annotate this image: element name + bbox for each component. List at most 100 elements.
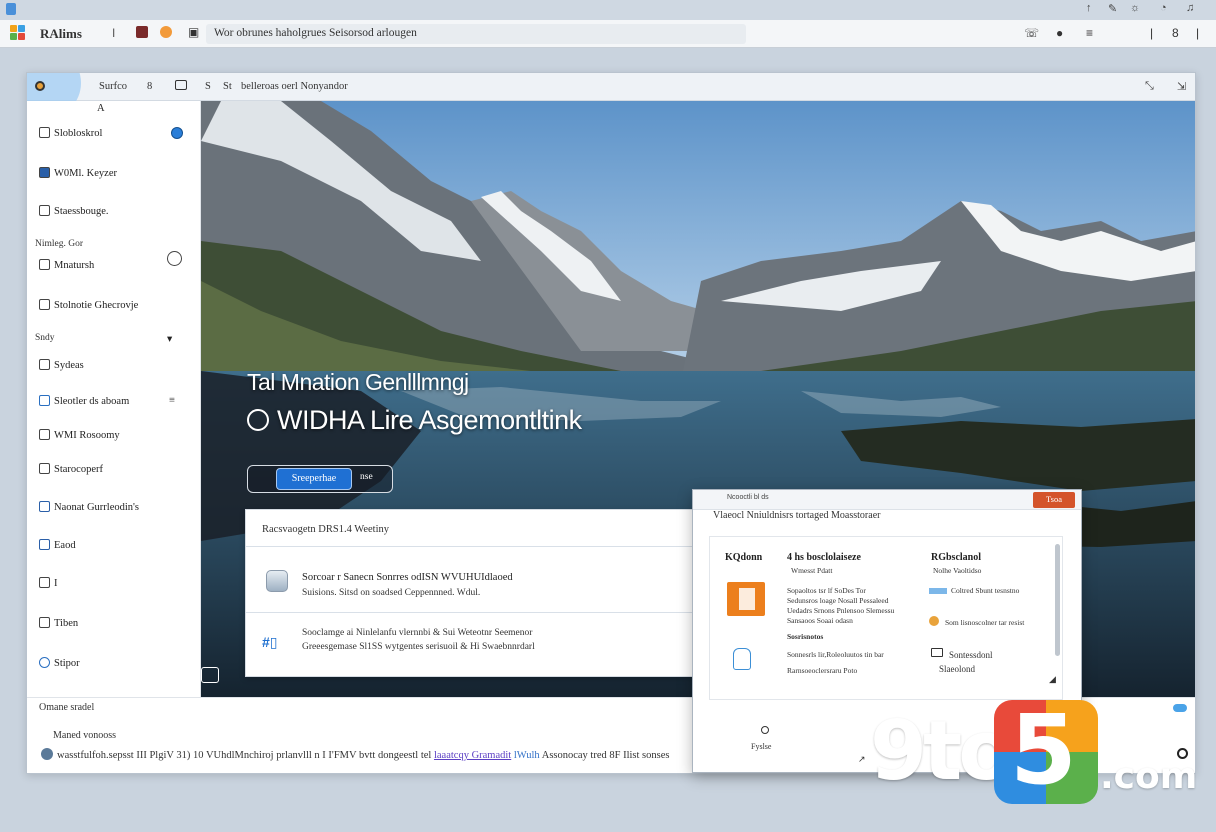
sidebar-item-8[interactable]: WMI Rosoomy: [39, 429, 120, 441]
phone-icon[interactable]: ☏: [1024, 26, 1039, 40]
watermark-logo: 9to 5 .com: [870, 694, 1210, 810]
card-row2-line2: Greeesgemase Sl1SS wytgentes serisuoil &…: [302, 642, 535, 652]
breadcrumb-path[interactable]: belleroas oerl Nonyandor: [241, 81, 348, 92]
watermark-text: 9to: [870, 704, 1015, 799]
sidebar-section-1: Nimleg. Gor: [35, 239, 84, 249]
status-link-1[interactable]: laaatcqy Gramadit: [434, 750, 511, 761]
hero-primary-button[interactable]: Sreeperhae: [276, 468, 352, 490]
watermark-suffix: .com: [1100, 756, 1198, 797]
sidebar-item-11[interactable]: Eaod: [39, 539, 76, 551]
browser-logo-icon[interactable]: [10, 25, 26, 41]
tab-favicon-icon[interactable]: [136, 26, 148, 38]
browser-title: RAlims: [40, 26, 82, 41]
progress-chip: [929, 588, 947, 594]
crumb-st[interactable]: St: [223, 81, 232, 92]
col2-line: Uedadrs Srnons Pnlensoo Slemessu: [787, 606, 895, 615]
dialog-action-button[interactable]: Tsoa: [1033, 492, 1075, 508]
sidebar-top-icon[interactable]: A: [97, 103, 105, 114]
dashboard-icon: [39, 127, 50, 138]
app-icon[interactable]: [6, 3, 16, 15]
card-row2-line1[interactable]: Sooclamge ai Ninlelanfu vlernnbi & Sui W…: [302, 628, 532, 638]
office-icon[interactable]: [727, 582, 765, 616]
file-icon: [39, 577, 50, 588]
title-separator: I: [112, 26, 116, 40]
divider-icon: |: [1150, 26, 1154, 40]
col2-line: Sedunsros loage Nosall Pessaleed: [787, 596, 889, 605]
divider: [246, 612, 698, 613]
settings-icon[interactable]: [761, 726, 769, 734]
folder-icon: [39, 167, 50, 178]
monitor-icon: [39, 395, 50, 406]
info-card: Racsvaogetn DRS1.4 Weetiny Sorcoar r San…: [245, 509, 698, 677]
tab-favicon-icon[interactable]: [160, 26, 172, 38]
hero-secondary-button[interactable]: nse: [360, 472, 373, 482]
close-icon[interactable]: |: [1196, 26, 1199, 40]
fullscreen-icon[interactable]: [201, 667, 219, 683]
card-row1-title[interactable]: Sorcoar r Sanecn Sonrres odISN WVUHUIdla…: [302, 572, 513, 583]
record-icon[interactable]: ●: [1056, 26, 1063, 40]
col2-line: Sonnesrls lir,Roleoluutos tin bar: [787, 650, 884, 659]
status-icon: [41, 748, 53, 760]
note-icon: [39, 617, 50, 628]
sidebar-item-5[interactable]: Stolnotie Ghecrovje: [39, 299, 138, 311]
col3-line[interactable]: Slaeolond: [939, 664, 975, 674]
col3-sub: Nolhe Vaoltidso: [933, 566, 982, 575]
tab-icon[interactable]: ▣: [188, 25, 199, 39]
sidebar-item-4[interactable]: Mnatursh: [39, 259, 94, 271]
menu-icon[interactable]: ≡: [1086, 26, 1093, 40]
warning-icon: [929, 616, 939, 626]
arrow-up-icon[interactable]: ↑: [1086, 2, 1092, 14]
sidebar-item-3[interactable]: Staessbouge.: [39, 205, 109, 217]
arrow-icon[interactable]: ↗: [858, 754, 866, 765]
bottom-sub-label: Maned vonooss: [53, 730, 117, 741]
status-dot-icon[interactable]: [35, 81, 45, 91]
display-icon: [931, 648, 943, 657]
user-icon: [39, 539, 50, 550]
wifi-icon[interactable]: ◔: [1160, 2, 1167, 14]
list-icon[interactable]: ≡: [169, 395, 175, 406]
section-chevron-icon[interactable]: ▾: [167, 333, 172, 345]
window-number-icon[interactable]: 8: [1172, 26, 1179, 40]
crumb-s[interactable]: S: [205, 81, 211, 92]
resize-handle-icon[interactable]: ◢: [1049, 674, 1056, 684]
hero-title: Tal Mnation Genlllmngj: [247, 369, 469, 395]
sun-icon[interactable]: ☼: [1130, 2, 1140, 14]
window-header: Surfco 8 S St belleroas oerl Nonyandor ⤡…: [27, 73, 1195, 119]
sidebar-item-9[interactable]: Starocoperf: [39, 463, 103, 475]
sidebar-item-10[interactable]: Naonat Gurrleodin's: [39, 501, 139, 513]
box-icon: [39, 463, 50, 474]
col3-line[interactable]: Sontessdonl: [949, 650, 993, 660]
globe-icon[interactable]: [171, 127, 183, 139]
dialog-title: Ncooctli bl ds: [727, 494, 769, 501]
layers-icon: [39, 299, 50, 310]
sidebar-item-12[interactable]: I: [39, 577, 58, 589]
collapse-icon[interactable]: ⤡: [1145, 80, 1154, 93]
col2-header-2: Sosrisnotos: [787, 632, 824, 641]
sidebar-item-6[interactable]: Sydeas: [39, 359, 84, 371]
sidebar-item-2[interactable]: W0Ml. Keyzer: [39, 167, 117, 179]
col2-line: Sansaoos Soaai odasn: [787, 616, 853, 625]
person-icon[interactable]: [733, 648, 751, 670]
card-row1-sub: Suisions. Sitsd on soadsed Ceppennned. W…: [302, 588, 481, 598]
radio-toggle[interactable]: [167, 251, 182, 266]
expand-icon[interactable]: ⇲: [1177, 80, 1186, 93]
dialog-scrollbar[interactable]: [1055, 544, 1060, 656]
camera-icon[interactable]: [175, 80, 187, 90]
col3-line: Coltred Sbunt tesnstno: [951, 586, 1020, 595]
sidebar-item-14[interactable]: Stipor: [39, 657, 80, 669]
os-bar: ↑ ✎ ☼ ◔ ♫: [0, 0, 1216, 20]
watermark-5-badge: 5: [994, 694, 1098, 806]
bell-icon[interactable]: ♫: [1186, 2, 1194, 14]
crumb-surfco[interactable]: Surfco: [99, 81, 127, 92]
status-link-2[interactable]: lWulh: [514, 750, 540, 761]
sidebar-item-13[interactable]: Tiben: [39, 617, 78, 629]
dialog-footer-label[interactable]: Fyslse: [751, 742, 771, 751]
col3-line: Som lisnoscolner tar resist: [945, 618, 1025, 627]
sidebar-item-7[interactable]: Sleotler ds aboam: [39, 395, 129, 407]
check-icon: [39, 429, 50, 440]
image-icon: [39, 501, 50, 512]
cursor-icon[interactable]: ✎: [1108, 2, 1117, 15]
crumb-8[interactable]: 8: [147, 81, 152, 92]
address-bar[interactable]: Wor obrunes haholgrues Seisorsod arlouge…: [206, 24, 746, 44]
sidebar-item-1[interactable]: Slobloskrol: [39, 127, 102, 139]
